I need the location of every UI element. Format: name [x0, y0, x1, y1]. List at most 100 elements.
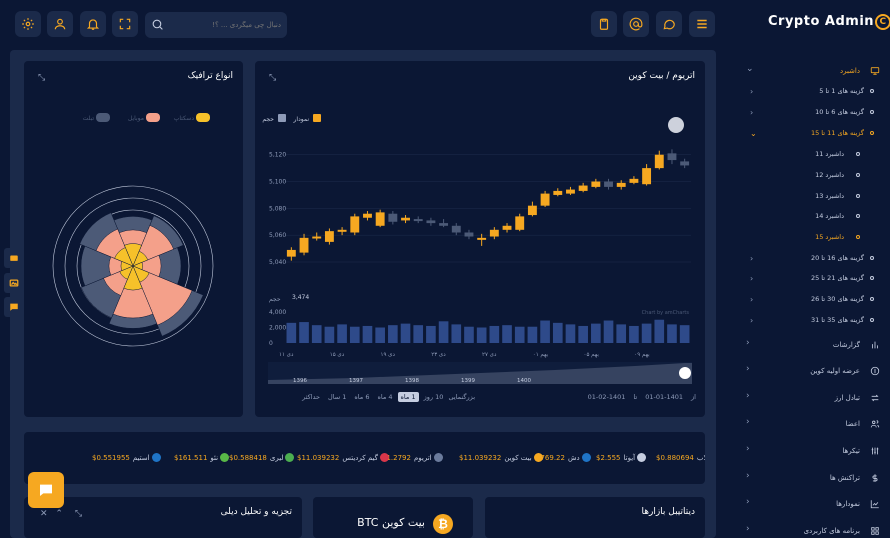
candle[interactable]	[527, 205, 537, 216]
zoom-option-button[interactable]: 10 روز	[421, 392, 447, 402]
ticker-item[interactable]: $0.880694کلاب	[656, 453, 705, 462]
sidebar-item-exchange[interactable]: تبادل ارز ‹	[726, 389, 880, 407]
sidebar-dashboard-11[interactable]: داشبرد 11	[758, 146, 860, 162]
candle[interactable]	[337, 229, 347, 232]
sidebar-dashboard-15[interactable]: داشبرد 15	[758, 229, 860, 245]
sidebar-item-ico[interactable]: عرضه اولیه کوین ‹	[726, 362, 880, 380]
ticker-item[interactable]: $1.2792 اتریوم	[382, 453, 445, 462]
volume-bar	[591, 323, 601, 343]
chat-button[interactable]	[656, 11, 682, 37]
date-to-input[interactable]: 1401-02-01	[588, 393, 626, 401]
candle[interactable]	[299, 237, 309, 253]
candle[interactable]	[667, 153, 677, 161]
ticker-item[interactable]: $11.039232 بیت کوین	[459, 453, 545, 462]
zoom-option-button[interactable]: 1 سال	[325, 392, 349, 402]
close-icon[interactable]: ✕	[40, 509, 48, 519]
volume-tick-label: 4,000	[269, 309, 286, 316]
candle[interactable]	[578, 185, 588, 191]
ticker-item[interactable]: $0.588418 لیری	[229, 453, 296, 462]
navigator-year: 1396	[293, 378, 307, 384]
zoom-option-button[interactable]: 1 ماه	[397, 392, 419, 402]
sidebar-item-reports[interactable]: گزارشات ‹	[726, 336, 880, 354]
zoom-option-button[interactable]: 4 ماه	[374, 392, 395, 402]
date-from-input[interactable]: 1401-01-01	[645, 393, 683, 401]
candle[interactable]	[616, 182, 626, 187]
candle[interactable]	[604, 181, 613, 187]
candle[interactable]	[540, 193, 550, 206]
volume-bar	[324, 326, 335, 343]
sidebar-subitem-1-5[interactable]: گزینه های 1 تا 5 ‹	[738, 83, 874, 99]
ticker-price: $0.588418	[229, 453, 267, 462]
notifications-button[interactable]	[80, 11, 106, 37]
candle[interactable]	[553, 190, 563, 195]
chevron-left-icon: ‹	[746, 391, 750, 401]
candle[interactable]	[388, 213, 398, 222]
candle[interactable]	[375, 212, 385, 226]
zoom-option-button[interactable]: 6 ماه	[351, 392, 372, 402]
candle[interactable]	[680, 161, 690, 166]
chat-icon	[662, 17, 676, 31]
sidebar-subitem-31-35[interactable]: گزینه های 35 تا 31 ‹	[738, 312, 874, 328]
brand-logo[interactable]: Crypto Admin C	[768, 14, 890, 30]
user-button[interactable]	[47, 11, 73, 37]
sidebar-item-dashboard[interactable]: داشبرد ⌄	[726, 62, 880, 80]
candle[interactable]	[324, 231, 334, 242]
candle[interactable]	[515, 216, 525, 230]
ticker-item[interactable]: $2.555 آیوتا	[596, 453, 648, 462]
candle[interactable]	[464, 232, 474, 237]
sidebar-dashboard-12[interactable]: داشبرد 12	[758, 167, 860, 183]
expand-icon[interactable]: ⤡	[75, 509, 82, 519]
settings-button[interactable]	[15, 11, 41, 37]
volume-bar	[489, 325, 500, 343]
candle[interactable]	[439, 223, 449, 226]
side-float-button-3[interactable]	[4, 297, 24, 317]
candle[interactable]	[350, 216, 360, 233]
candle[interactable]	[312, 236, 322, 239]
search-input[interactable]	[169, 16, 281, 34]
sidebar-subitem-11-15[interactable]: گزینه های 11 تا 15 ⌄	[738, 125, 874, 141]
download-icon[interactable]	[668, 117, 684, 133]
navigator-handle[interactable]	[679, 367, 691, 379]
candle[interactable]	[629, 178, 639, 183]
candle[interactable]	[426, 220, 436, 224]
zoom-option-button[interactable]: حداکثر	[299, 392, 323, 402]
side-float-button-2[interactable]	[4, 273, 24, 293]
side-float-button-1[interactable]	[4, 248, 24, 268]
menu-toggle-button[interactable]	[689, 11, 715, 37]
fullscreen-button[interactable]	[112, 11, 138, 37]
sidebar-subitem-26-30[interactable]: گزینه های 30 تا 26 ‹	[738, 291, 874, 307]
sidebar-item-tickers[interactable]: تیکرها ‹	[726, 442, 880, 460]
sidebar-dashboard-13[interactable]: داشبرد 13	[758, 188, 860, 204]
volume-bar	[514, 326, 525, 343]
candle[interactable]	[654, 154, 664, 169]
candle[interactable]	[502, 225, 512, 230]
candle[interactable]	[489, 229, 499, 237]
candle[interactable]	[286, 249, 296, 257]
candle[interactable]	[413, 219, 423, 222]
bullet-icon	[870, 131, 874, 135]
chat-fab-button[interactable]	[28, 472, 64, 508]
sidebar-subitem-16-20[interactable]: گزینه های 16 تا 20 ‹	[738, 250, 874, 266]
candle[interactable]	[401, 217, 410, 221]
sidebar-subitem-21-25[interactable]: گزینه های 21 تا 25 ‹	[738, 270, 874, 286]
sidebar-subitem-6-10[interactable]: گزینه های 6 تا 10 ‹	[738, 104, 874, 120]
ticker-item[interactable]: $161.511 نئو	[174, 453, 231, 462]
candle[interactable]	[477, 237, 487, 240]
candle[interactable]	[451, 225, 461, 233]
candle[interactable]	[363, 213, 372, 218]
sidebar-item-members[interactable]: اعضا ‹	[726, 415, 880, 433]
candle[interactable]	[642, 168, 652, 185]
sidebar-item-apps[interactable]: برنامه های کاربردی ‹	[726, 522, 880, 538]
ticker-item[interactable]: $11.039232 گیم کردیتس	[297, 453, 391, 462]
chevron-up-icon[interactable]: ⌃	[55, 509, 63, 519]
candle[interactable]	[591, 181, 601, 187]
candle[interactable]	[566, 189, 575, 194]
sidebar-item-charts[interactable]: نمودارها ‹	[726, 495, 880, 513]
sidebar-dashboard-14[interactable]: داشبرد 14	[758, 208, 860, 224]
mention-button[interactable]	[623, 11, 649, 37]
candlestick-chart[interactable]: نمودار حجم 5,120 5,100 5,080 5,060 5,040 حجم 3,4…	[255, 61, 705, 417]
sidebar-item-transactions[interactable]: تراکنش ها ‹	[726, 469, 880, 487]
ticker-item[interactable]: $0.551955 استیم	[92, 453, 163, 462]
search-box[interactable]	[145, 12, 287, 38]
clipboard-button[interactable]	[591, 11, 617, 37]
